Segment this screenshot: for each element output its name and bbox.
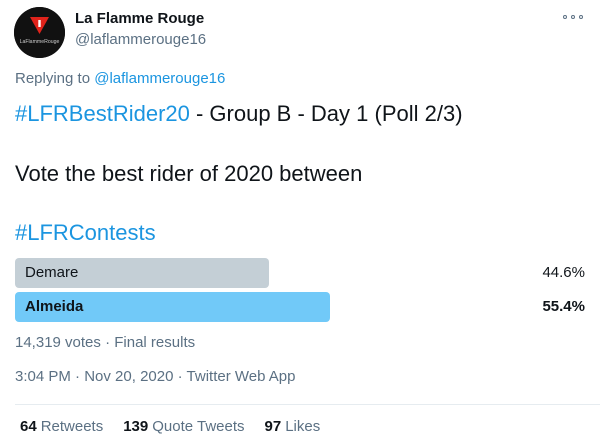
tweet-text-line-3: #LFRContests <box>15 220 156 246</box>
separator: · <box>105 334 111 351</box>
avatar-logo-text: LaFlammeRouge <box>20 39 60 45</box>
poll-status: Final results <box>114 334 196 351</box>
tweet-time[interactable]: 3:04 PM <box>15 368 71 385</box>
flamme-rouge-logo-icon: LaFlammeRouge <box>14 7 65 58</box>
poll-option-percent: 55.4% <box>542 298 585 315</box>
dot <box>563 15 567 19</box>
poll-votes: 14,319 votes <box>15 334 101 351</box>
retweets-label: Retweets <box>40 418 104 435</box>
poll-option-demare: Demare 44.6% <box>15 258 585 288</box>
engagement-stats: 64 Retweets 139 Quote Tweets 97 Likes <box>20 418 320 435</box>
tweet-text-segment: - Group B - Day 1 (Poll 2/3) <box>189 101 463 126</box>
poll-option-almeida: Almeida 55.4% <box>15 292 585 322</box>
quote-tweets-stat[interactable]: 139 Quote Tweets <box>123 418 244 435</box>
tweet-text-line-2: Vote the best rider of 2020 between <box>15 161 363 186</box>
quote-tweets-label: Quote Tweets <box>152 418 245 435</box>
retweets-count: 64 <box>20 418 37 435</box>
tweet-meta: 3:04 PM · Nov 20, 2020 · Twitter Web App <box>15 368 295 385</box>
avatar[interactable]: LaFlammeRouge <box>14 7 65 58</box>
dot <box>571 15 575 19</box>
tweet-date[interactable]: Nov 20, 2020 <box>84 368 173 385</box>
poll-option-percent: 44.6% <box>542 264 585 281</box>
quote-tweets-count: 139 <box>123 418 149 435</box>
more-options-icon[interactable] <box>563 10 583 24</box>
replying-to-link[interactable]: @laflammerouge16 <box>94 70 225 87</box>
dot <box>579 15 583 19</box>
poll-option-label: Demare <box>25 264 79 281</box>
likes-stat[interactable]: 97 Likes <box>265 418 321 435</box>
tweet-source[interactable]: Twitter Web App <box>187 368 296 385</box>
poll-summary: 14,319 votes · Final results <box>15 334 195 351</box>
tweet-card: LaFlammeRouge La Flamme Rouge @laflammer… <box>0 0 600 444</box>
poll-option-label: Almeida <box>25 298 84 315</box>
author-handle[interactable]: @laflammerouge16 <box>75 31 206 48</box>
separator: · <box>75 368 81 385</box>
replying-prefix: Replying to <box>15 70 91 87</box>
hashtag-link-lfrbestrider20[interactable]: #LFRBestRider20 <box>15 101 190 126</box>
author-display-name[interactable]: La Flamme Rouge <box>75 10 204 27</box>
hashtag-link-lfrcontests[interactable]: #LFRContests <box>15 220 156 245</box>
separator: · <box>177 368 183 385</box>
divider <box>15 404 600 405</box>
replying-to: Replying to @laflammerouge16 <box>15 70 225 87</box>
tweet-text-line-1: #LFRBestRider20 - Group B - Day 1 (Poll … <box>15 101 463 127</box>
likes-label: Likes <box>285 418 321 435</box>
retweets-stat[interactable]: 64 Retweets <box>20 418 103 435</box>
likes-count: 97 <box>264 418 282 435</box>
